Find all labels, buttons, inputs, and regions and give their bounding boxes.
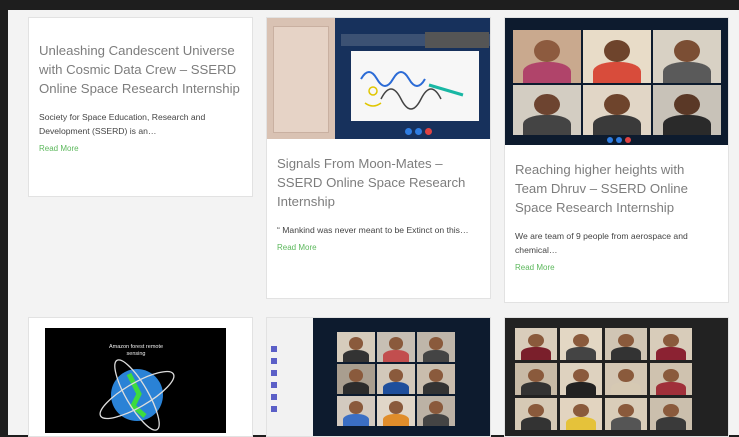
whiteboard: [351, 51, 479, 121]
participant-tile: [337, 332, 375, 362]
participant-tile: [513, 85, 581, 135]
post-grid: Unleashing Candescent Universe with Cosm…: [8, 10, 739, 437]
mic-button[interactable]: [607, 137, 613, 143]
post-title[interactable]: Signals From Moon-Mates – SSERD Online S…: [277, 154, 480, 211]
post-thumbnail[interactable]: [505, 18, 728, 145]
post-excerpt: We are team of 9 people from aerospace a…: [515, 231, 688, 255]
post-card: Reaching higher heights with Team Dhruv …: [504, 17, 729, 303]
post-thumbnail[interactable]: [267, 318, 490, 436]
participant-tile: [515, 363, 557, 395]
post-thumbnail[interactable]: Amazon forest remote sensing: [45, 328, 226, 433]
participant-tile: [650, 398, 692, 430]
sidebar-panel: [267, 18, 335, 139]
participant-tile: [605, 363, 647, 395]
post-title[interactable]: Unleashing Candescent Universe with Cosm…: [39, 41, 242, 98]
app-window: [335, 18, 490, 139]
participant-tile: [560, 328, 602, 360]
participant-tile: [417, 332, 455, 362]
camera-button[interactable]: [415, 128, 422, 135]
participant-tile: [513, 30, 581, 83]
participant-tile: [377, 332, 415, 362]
participant-tile: [515, 328, 557, 360]
end-call-button[interactable]: [625, 137, 631, 143]
participant-tile: [417, 364, 455, 394]
participant-tile: [417, 396, 455, 426]
participant-tile: [377, 364, 415, 394]
earth-illustration: [99, 359, 175, 431]
post-title[interactable]: Reaching higher heights with Team Dhruv …: [515, 160, 718, 217]
participant-tile: [377, 396, 415, 426]
post-card: Signals From Moon-Mates – SSERD Online S…: [266, 17, 491, 299]
post-thumbnail[interactable]: [505, 318, 728, 436]
participant-tile: [653, 85, 721, 135]
read-more-link[interactable]: Read More: [39, 143, 79, 155]
mic-button[interactable]: [405, 128, 412, 135]
participant-tile: [650, 363, 692, 395]
post-card: Unleashing Candescent Universe with Cosm…: [28, 17, 253, 197]
sidebar-panel: [267, 318, 313, 436]
post-excerpt: Society for Space Education, Research an…: [39, 112, 206, 136]
post-card: Amazon forest remote sensing: [28, 317, 253, 437]
post-card: [504, 317, 729, 437]
participant-tile: [583, 30, 651, 83]
participant-tile: [653, 30, 721, 83]
post-thumbnail[interactable]: [267, 18, 490, 139]
participant-tile: [605, 398, 647, 430]
doodle-drawing: [360, 71, 464, 110]
participant-tile: [650, 328, 692, 360]
participant-tile: [337, 364, 375, 394]
end-call-button[interactable]: [425, 128, 432, 135]
post-card: [266, 317, 491, 437]
participant-tile: [515, 398, 557, 430]
participant-tile: [605, 328, 647, 360]
participant-tile: [560, 363, 602, 395]
read-more-link[interactable]: Read More: [515, 262, 555, 274]
participant-tile: [560, 398, 602, 430]
post-excerpt: “ Mankind was never meant to be Extinct …: [277, 225, 469, 235]
participant-tile: [337, 396, 375, 426]
camera-button[interactable]: [616, 137, 622, 143]
read-more-link[interactable]: Read More: [277, 242, 317, 254]
participant-tile: [583, 85, 651, 135]
